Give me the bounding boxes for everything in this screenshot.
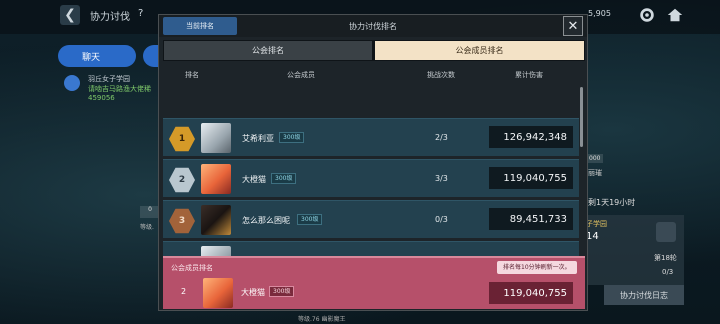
column-headers: 排名 公会成员 挑战次数 累计伤害 [163,67,585,83]
chat-label: 聊天 [82,52,101,63]
gear-icon[interactable] [638,6,656,24]
avatar [203,278,233,308]
raid-log-button[interactable]: 协力讨伐日志 [604,285,684,305]
my-name: 大橙猫 [241,288,265,297]
member-name: 大橙猫 [242,175,266,184]
damage-value: 89,451,733 [489,208,573,230]
boss-label: 等级.76 幽影魔王 [298,316,346,323]
damage-value: 126,942,348 [489,126,573,148]
right-value: 000 [586,154,604,163]
left-level: 等级. [140,224,154,231]
attempts-fraction: 0/3 [662,268,674,276]
tab-member-ranking[interactable]: 公会成员排名 [375,41,584,60]
table-row[interactable]: 2 大橙猫 300级 3/3 119,040,755 [163,159,579,197]
back-button[interactable]: ❮ [60,5,80,25]
close-button[interactable]: ✕ [563,16,583,36]
close-icon: ✕ [567,18,579,34]
table-row[interactable]: 1 艾希利亚 300级 2/3 126,942,348 [163,118,579,156]
round-label: 第18轮 [654,254,677,262]
avatar [201,205,231,235]
ranking-modal: 当前排名 协力讨伐排名 ✕ 公会排名 公会成员排名 排名 公会成员 挑战次数 累… [158,14,588,311]
my-rank-number: 2 [181,287,187,296]
scrollbar[interactable] [580,87,583,147]
member-name: 怎么那么困呢 [242,216,290,225]
level-badge: 300级 [269,286,295,297]
chat-message: 羽丘女子学园 [88,75,130,83]
refresh-button[interactable] [656,222,676,242]
rank-badge: 3 [169,208,195,234]
rank-badge: 1 [169,126,195,152]
page-title: 协力讨伐 [90,12,130,23]
rank-badge: 2 [169,167,195,193]
chat-button[interactable]: 聊天 [58,45,136,67]
ranking-list[interactable]: 1 艾希利亚 300级 2/3 126,942,348 2 大橙猫 300级 3… [163,83,579,259]
member-name: 艾希利亚 [242,134,274,143]
avatar [201,164,231,194]
header-damage: 累计伤害 [515,71,543,79]
tab-guild-ranking[interactable]: 公会排名 [164,41,372,60]
right-text: 丽璀 [588,169,602,177]
my-rank-label: 公会成员排名 [171,264,213,272]
table-row[interactable]: 3 怎么那么困呢 300级 0/3 89,451,733 [163,200,579,238]
subtab-bar: 公会排名 公会成员排名 [163,40,585,61]
challenge-count: 3/3 [435,174,448,183]
level-badge: 300级 [279,132,305,143]
speaker-icon [64,75,80,91]
level-badge: 300级 [297,214,323,225]
home-icon[interactable] [666,6,684,24]
chat-message: 459056 [88,94,115,102]
damage-value: 119,040,755 [489,167,573,189]
currency-value: 5,905 [588,9,611,18]
level-badge: 300级 [271,173,297,184]
challenge-count: 2/3 [435,133,448,142]
challenge-count: 0/3 [435,215,448,224]
left-value: 0 [140,206,160,218]
avatar [201,123,231,153]
chat-message: 请啮吉马路渔大佬稀 [88,85,151,93]
my-damage-value: 119,040,755 [489,282,573,304]
back-arrow-icon: ❮ [64,7,76,23]
help-icon[interactable]: ? [138,8,143,19]
header-rank: 排名 [185,71,199,79]
right-name: 子学园 [586,220,607,228]
header-member: 公会成员 [287,71,315,79]
right-timer: 剩1天19小时 [588,198,636,207]
modal-title: 协力讨伐排名 [349,22,397,31]
my-rank-bar: 公会成员排名 排名每10分钟刷新一次。 2 大橙猫 300级 119,040,7… [163,256,585,309]
refresh-note: 排名每10分钟刷新一次。 [497,261,577,274]
header-challenges: 挑战次数 [427,71,455,79]
